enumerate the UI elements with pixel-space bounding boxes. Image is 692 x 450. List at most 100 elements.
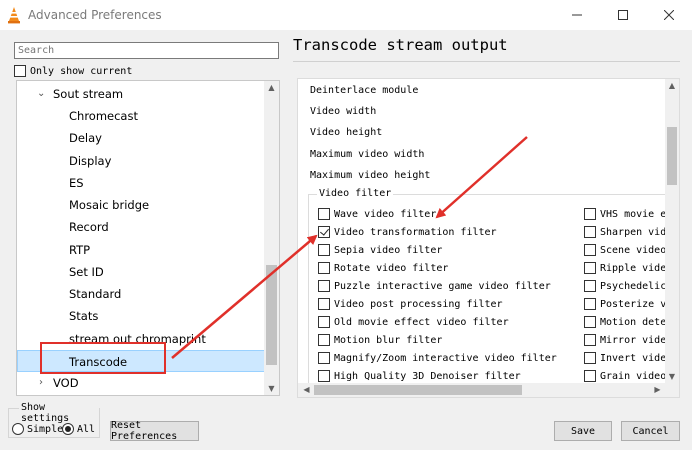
tree-item-mosaic-bridge[interactable]: Mosaic bridge <box>17 194 266 216</box>
checkbox-box[interactable] <box>318 226 330 238</box>
checkbox-box[interactable] <box>318 316 330 328</box>
vf-wave[interactable]: Wave video filter <box>318 208 436 220</box>
tree-item-label: RTP <box>69 243 91 257</box>
checkbox-box[interactable] <box>584 244 596 256</box>
scroll-left-icon[interactable]: ◀ <box>299 385 314 394</box>
title-divider <box>293 61 680 62</box>
tree-item-label: VOD <box>53 376 79 390</box>
checkbox-box[interactable] <box>584 316 596 328</box>
scroll-right-icon[interactable]: ▶ <box>650 385 665 394</box>
panel-title: Transcode stream output <box>293 36 508 54</box>
title-bar: Advanced Preferences <box>0 0 692 30</box>
tree-item-label: Sout stream <box>53 87 124 101</box>
tree-item-label: Stats <box>69 309 99 323</box>
checkbox-box[interactable] <box>584 334 596 346</box>
vf-motion-blur[interactable]: Motion blur filter <box>318 334 442 346</box>
tree-item-label: ES <box>69 176 84 190</box>
checkbox-box[interactable] <box>584 280 596 292</box>
checkbox-box[interactable] <box>14 65 26 77</box>
vf-post-processing[interactable]: Video post processing filter <box>318 298 503 310</box>
checkbox-box[interactable] <box>584 298 596 310</box>
checkbox-box[interactable] <box>584 262 596 274</box>
scroll-down-icon[interactable]: ▼ <box>264 384 279 393</box>
vf-old-movie[interactable]: Old movie effect video filter <box>318 316 509 328</box>
settings-content: Deinterlace module Video width Video hei… <box>297 78 680 398</box>
scroll-up-icon[interactable]: ▲ <box>264 83 279 92</box>
maximize-icon <box>618 10 628 20</box>
settings-horizontal-scrollbar[interactable]: ◀ ▶ <box>298 383 679 397</box>
checkbox-box[interactable] <box>318 262 330 274</box>
tree-item-label: Chromecast <box>69 109 138 123</box>
checkbox-box[interactable] <box>318 334 330 346</box>
video-width-label: Video width <box>310 106 377 117</box>
chevron-right-icon[interactable]: › <box>39 372 43 394</box>
all-radio[interactable]: All <box>62 423 95 435</box>
tree-item-label: Delay <box>69 131 102 145</box>
scroll-down-icon[interactable]: ▼ <box>665 372 679 381</box>
cancel-button[interactable]: Cancel <box>621 421 680 441</box>
vf-hq-3d-denoiser[interactable]: High Quality 3D Denoiser filter <box>318 370 521 382</box>
tree-item-label: Set ID <box>69 265 104 279</box>
checkbox-box[interactable] <box>318 352 330 364</box>
vf-label: Old movie effect video filter <box>334 316 509 328</box>
tree-item-record[interactable]: Record <box>17 216 266 238</box>
radio-circle[interactable] <box>12 423 24 435</box>
vf-label: Motion blur filter <box>334 334 443 346</box>
checkbox-box[interactable] <box>584 370 596 382</box>
tree-item-set-id[interactable]: Set ID <box>17 261 266 283</box>
checkbox-box[interactable] <box>318 208 330 220</box>
simple-radio[interactable]: Simple <box>12 423 63 435</box>
tree-item-rtp[interactable]: RTP <box>17 239 266 261</box>
checkbox-box[interactable] <box>584 226 596 238</box>
tree-item-stats[interactable]: Stats <box>17 305 266 327</box>
checkbox-box[interactable] <box>318 370 330 382</box>
vf-puzzle[interactable]: Puzzle interactive game video filter <box>318 280 551 292</box>
vf-label: High Quality 3D Denoiser filter <box>334 370 521 382</box>
maximum-video-height-label: Maximum video height <box>310 170 431 181</box>
reset-preferences-button[interactable]: Reset Preferences <box>110 420 199 442</box>
vf-video-transformation[interactable]: Video transformation filter <box>318 226 497 238</box>
tree-item-chromecast[interactable]: Chromecast <box>17 105 266 127</box>
vf-label: Wave video filter <box>334 208 437 220</box>
vf-label: Rotate video filter <box>334 262 449 274</box>
tree-scrollbar[interactable]: ▲ ▼ <box>264 81 279 395</box>
maximize-button[interactable] <box>600 0 646 30</box>
vf-label: Video transformation filter <box>334 226 497 238</box>
maximum-video-width-label: Maximum video width <box>310 149 425 160</box>
show-settings-title: Show settings <box>19 402 99 424</box>
tree-item-vod[interactable]: › VOD <box>17 372 266 394</box>
chevron-down-icon[interactable]: ⌄ <box>37 83 45 105</box>
settings-vertical-scrollbar[interactable]: ▲ ▼ <box>665 79 679 383</box>
scroll-thumb[interactable] <box>314 385 522 395</box>
close-icon <box>664 10 674 20</box>
checkbox-box[interactable] <box>318 298 330 310</box>
only-show-current-label: Only show current <box>30 65 133 77</box>
tree-item-standard[interactable]: Standard <box>17 283 266 305</box>
tree-item-sout-stream[interactable]: ⌄ Sout stream <box>17 83 266 105</box>
scroll-thumb[interactable] <box>266 265 277 365</box>
tree-item-label: Display <box>69 154 112 168</box>
tree-item-es[interactable]: ES <box>17 172 266 194</box>
save-button[interactable]: Save <box>554 421 612 441</box>
minimize-button[interactable] <box>554 0 600 30</box>
close-button[interactable] <box>646 0 692 30</box>
vf-label: Magnify/Zoom interactive video filter <box>334 352 557 364</box>
video-filter-group: Video filter Wave video filter Video tra… <box>308 188 679 394</box>
scroll-thumb[interactable] <box>667 127 677 185</box>
scroll-up-icon[interactable]: ▲ <box>665 81 679 90</box>
radio-circle[interactable] <box>62 423 74 435</box>
tree-item-delay[interactable]: Delay <box>17 127 266 149</box>
vf-sepia[interactable]: Sepia video filter <box>318 244 442 256</box>
tree-item-label: Standard <box>69 287 122 301</box>
video-filter-title: Video filter <box>317 188 394 199</box>
checkbox-box[interactable] <box>584 208 596 220</box>
checkbox-box[interactable] <box>318 280 330 292</box>
show-settings-group: Show settings Simple All <box>8 402 100 438</box>
vf-rotate[interactable]: Rotate video filter <box>318 262 448 274</box>
only-show-current-checkbox[interactable]: Only show current <box>14 64 132 78</box>
checkbox-box[interactable] <box>318 244 330 256</box>
vf-magnify-zoom[interactable]: Magnify/Zoom interactive video filter <box>318 352 557 364</box>
tree-item-display[interactable]: Display <box>17 150 266 172</box>
search-input[interactable] <box>14 42 279 59</box>
checkbox-box[interactable] <box>584 352 596 364</box>
